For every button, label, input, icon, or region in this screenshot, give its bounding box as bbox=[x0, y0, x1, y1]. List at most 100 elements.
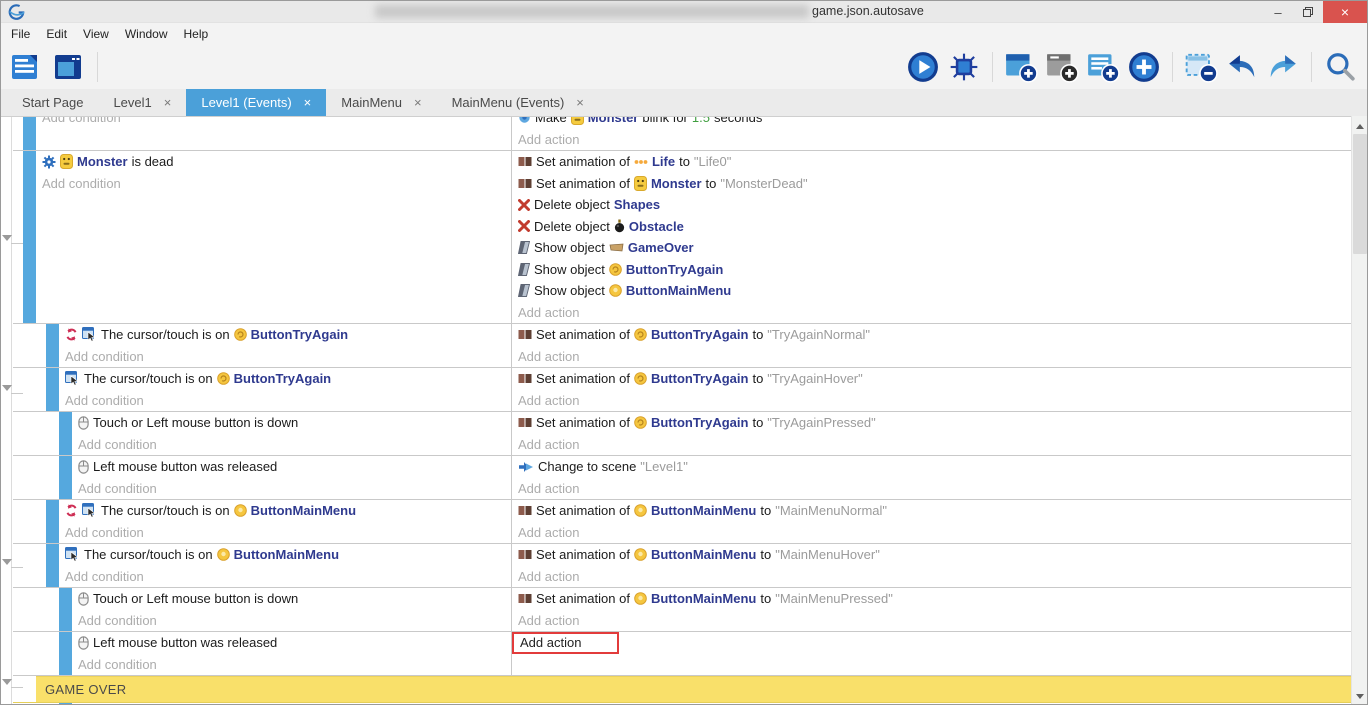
event-indent-bar[interactable] bbox=[23, 116, 36, 150]
event-row[interactable]: The cursor/touch is on ButtonTryAgainAdd… bbox=[13, 368, 1353, 412]
event-row[interactable]: Touch or Left mouse button is downAdd co… bbox=[13, 588, 1353, 632]
add-condition-link[interactable]: Add condition bbox=[72, 478, 511, 500]
collapse-arrow[interactable] bbox=[2, 385, 12, 391]
collapse-arrow[interactable] bbox=[2, 559, 12, 565]
conditions-cell[interactable]: Add condition bbox=[36, 116, 511, 150]
action-line[interactable]: Set animation of ButtonMainMenu to "Main… bbox=[512, 500, 1353, 522]
add-condition-link[interactable]: Add condition bbox=[36, 116, 511, 129]
conditions-cell[interactable]: Touch or Left mouse button is downAdd co… bbox=[72, 412, 511, 455]
action-line[interactable]: Show object ButtonTryAgain bbox=[512, 259, 1353, 281]
actions-cell[interactable]: Make Monster blink for 1.5 secondsAdd ac… bbox=[511, 116, 1353, 150]
event-row[interactable]: The cursor/touch is on ButtonMainMenuAdd… bbox=[13, 544, 1353, 588]
conditions-cell[interactable]: Left mouse button was releasedAdd condit… bbox=[72, 632, 511, 675]
collapse-arrow[interactable] bbox=[2, 679, 12, 685]
tab-close-icon[interactable]: × bbox=[414, 95, 422, 110]
conditions-cell[interactable]: The cursor/touch is on ButtonMainMenuAdd… bbox=[59, 544, 511, 587]
add-condition-link[interactable]: Add condition bbox=[36, 173, 511, 195]
highlight-box[interactable]: Add action bbox=[512, 632, 619, 654]
menu-file[interactable]: File bbox=[3, 23, 38, 45]
add-condition-link[interactable]: Add condition bbox=[59, 346, 511, 368]
add-condition-link[interactable]: Add condition bbox=[72, 434, 511, 456]
debug-icon[interactable] bbox=[947, 50, 981, 84]
delete-event-icon[interactable] bbox=[1184, 50, 1218, 84]
actions-cell[interactable]: Set animation of ButtonTryAgain to "TryA… bbox=[511, 368, 1353, 411]
actions-cell[interactable]: Set animation of ButtonMainMenu to "Main… bbox=[511, 588, 1353, 631]
condition-line[interactable]: The cursor/touch is on ButtonMainMenu bbox=[59, 500, 511, 522]
add-action-link[interactable]: Add action bbox=[512, 478, 1353, 500]
tab-start-page[interactable]: Start Page bbox=[7, 89, 98, 116]
action-line[interactable]: Set animation of ButtonTryAgain to "TryA… bbox=[512, 324, 1353, 346]
add-action-link-highlighted[interactable]: Add action bbox=[512, 632, 1353, 654]
collapse-arrow[interactable] bbox=[2, 235, 12, 241]
event-indent-bar[interactable] bbox=[23, 151, 36, 323]
action-line[interactable]: Set animation of ButtonMainMenu to "Main… bbox=[512, 588, 1353, 610]
condition-line[interactable]: Touch or Left mouse button is down bbox=[72, 588, 511, 610]
tab-level1-events[interactable]: Level1 (Events) × bbox=[186, 89, 326, 116]
event-row[interactable]: Monster is deadAdd conditionSet animatio… bbox=[13, 151, 1353, 324]
add-sub-event-icon[interactable] bbox=[1045, 50, 1079, 84]
redo-icon[interactable] bbox=[1266, 50, 1300, 84]
menu-help[interactable]: Help bbox=[176, 23, 217, 45]
comment-text[interactable]: GAME OVER bbox=[36, 676, 1353, 702]
actions-cell[interactable]: Set animation of Life to "Life0"Set anim… bbox=[511, 151, 1353, 323]
action-line[interactable]: Set animation of ButtonTryAgain to "TryA… bbox=[512, 412, 1353, 434]
action-line[interactable]: Set animation of ButtonTryAgain to "TryA… bbox=[512, 368, 1353, 390]
condition-line[interactable]: The cursor/touch is on ButtonTryAgain bbox=[59, 324, 511, 346]
vertical-scrollbar[interactable] bbox=[1351, 116, 1367, 705]
event-indent-bar[interactable] bbox=[59, 456, 72, 499]
action-line[interactable]: Set animation of Monster to "MonsterDead… bbox=[512, 173, 1353, 195]
actions-cell[interactable]: Set animation of ButtonTryAgain to "TryA… bbox=[511, 324, 1353, 367]
conditions-cell[interactable]: The cursor/touch is on ButtonTryAgainAdd… bbox=[59, 324, 511, 367]
event-indent-bar[interactable] bbox=[59, 588, 72, 631]
tab-close-icon[interactable]: × bbox=[304, 95, 312, 110]
event-indent-bar[interactable] bbox=[59, 412, 72, 455]
event-row[interactable]: Left mouse button was releasedAdd condit… bbox=[13, 632, 1353, 676]
action-line[interactable]: Show object ButtonMainMenu bbox=[512, 280, 1353, 302]
condition-line[interactable]: The cursor/touch is on ButtonTryAgain bbox=[59, 368, 511, 390]
event-row[interactable]: Add conditionMake Monster blink for 1.5 … bbox=[13, 116, 1353, 151]
event-indent-bar[interactable] bbox=[46, 500, 59, 543]
add-action-link[interactable]: Add action bbox=[512, 610, 1353, 632]
add-action-link[interactable]: Add action bbox=[512, 522, 1353, 544]
restore-button[interactable] bbox=[1293, 1, 1323, 23]
scrollbar-thumb[interactable] bbox=[1353, 134, 1367, 254]
action-line[interactable]: Make Monster blink for 1.5 seconds bbox=[512, 116, 1353, 129]
search-icon[interactable] bbox=[1323, 50, 1357, 84]
undo-icon[interactable] bbox=[1225, 50, 1259, 84]
close-button[interactable]: × bbox=[1323, 1, 1367, 23]
actions-cell[interactable]: Change to scene "Level1"Add action bbox=[511, 456, 1353, 499]
conditions-cell[interactable]: The cursor/touch is on ButtonTryAgainAdd… bbox=[59, 368, 511, 411]
add-condition-link[interactable]: Add condition bbox=[59, 566, 511, 588]
conditions-cell[interactable]: The cursor/touch is on ButtonMainMenuAdd… bbox=[59, 500, 511, 543]
add-condition-link[interactable]: Add condition bbox=[59, 522, 511, 544]
tab-close-icon[interactable]: × bbox=[576, 95, 584, 110]
tab-close-icon[interactable]: × bbox=[164, 95, 172, 110]
condition-line[interactable]: Left mouse button was released bbox=[72, 632, 511, 654]
add-new-icon[interactable] bbox=[1127, 50, 1161, 84]
action-line[interactable]: Change to scene "Level1" bbox=[512, 456, 1353, 478]
add-action-link[interactable]: Add action bbox=[512, 129, 1353, 151]
menu-view[interactable]: View bbox=[75, 23, 117, 45]
scroll-down-button[interactable] bbox=[1352, 688, 1368, 704]
preview-play-icon[interactable] bbox=[906, 50, 940, 84]
actions-cell[interactable]: Set animation of ButtonTryAgain to "TryA… bbox=[511, 412, 1353, 455]
add-action-link[interactable]: Add action bbox=[512, 566, 1353, 588]
action-line[interactable]: Set animation of ButtonMainMenu to "Main… bbox=[512, 544, 1353, 566]
condition-line[interactable]: Touch or Left mouse button is down bbox=[72, 412, 511, 434]
event-row[interactable]: Touch or Left mouse button is downAdd co… bbox=[13, 412, 1353, 456]
menu-edit[interactable]: Edit bbox=[38, 23, 75, 45]
actions-cell[interactable]: Set animation of ButtonMainMenu to "Main… bbox=[511, 544, 1353, 587]
add-condition-link[interactable]: Add condition bbox=[72, 654, 511, 676]
project-manager-icon[interactable] bbox=[9, 50, 43, 84]
actions-cell[interactable]: Set animation of ButtonMainMenu to "Main… bbox=[511, 500, 1353, 543]
add-condition-link[interactable]: Add condition bbox=[59, 390, 511, 412]
action-line[interactable]: Set animation of Life to "Life0" bbox=[512, 151, 1353, 173]
add-comment-icon[interactable] bbox=[1086, 50, 1120, 84]
event-indent-bar[interactable] bbox=[46, 324, 59, 367]
event-indent-bar[interactable] bbox=[59, 632, 72, 675]
add-action-link[interactable]: Add action bbox=[512, 346, 1353, 368]
tab-mainmenu-events[interactable]: MainMenu (Events) × bbox=[437, 89, 599, 116]
action-line[interactable]: Delete object Shapes bbox=[512, 194, 1353, 216]
actions-cell[interactable]: Add action bbox=[511, 632, 1353, 675]
conditions-cell[interactable]: Left mouse button was releasedAdd condit… bbox=[72, 456, 511, 499]
